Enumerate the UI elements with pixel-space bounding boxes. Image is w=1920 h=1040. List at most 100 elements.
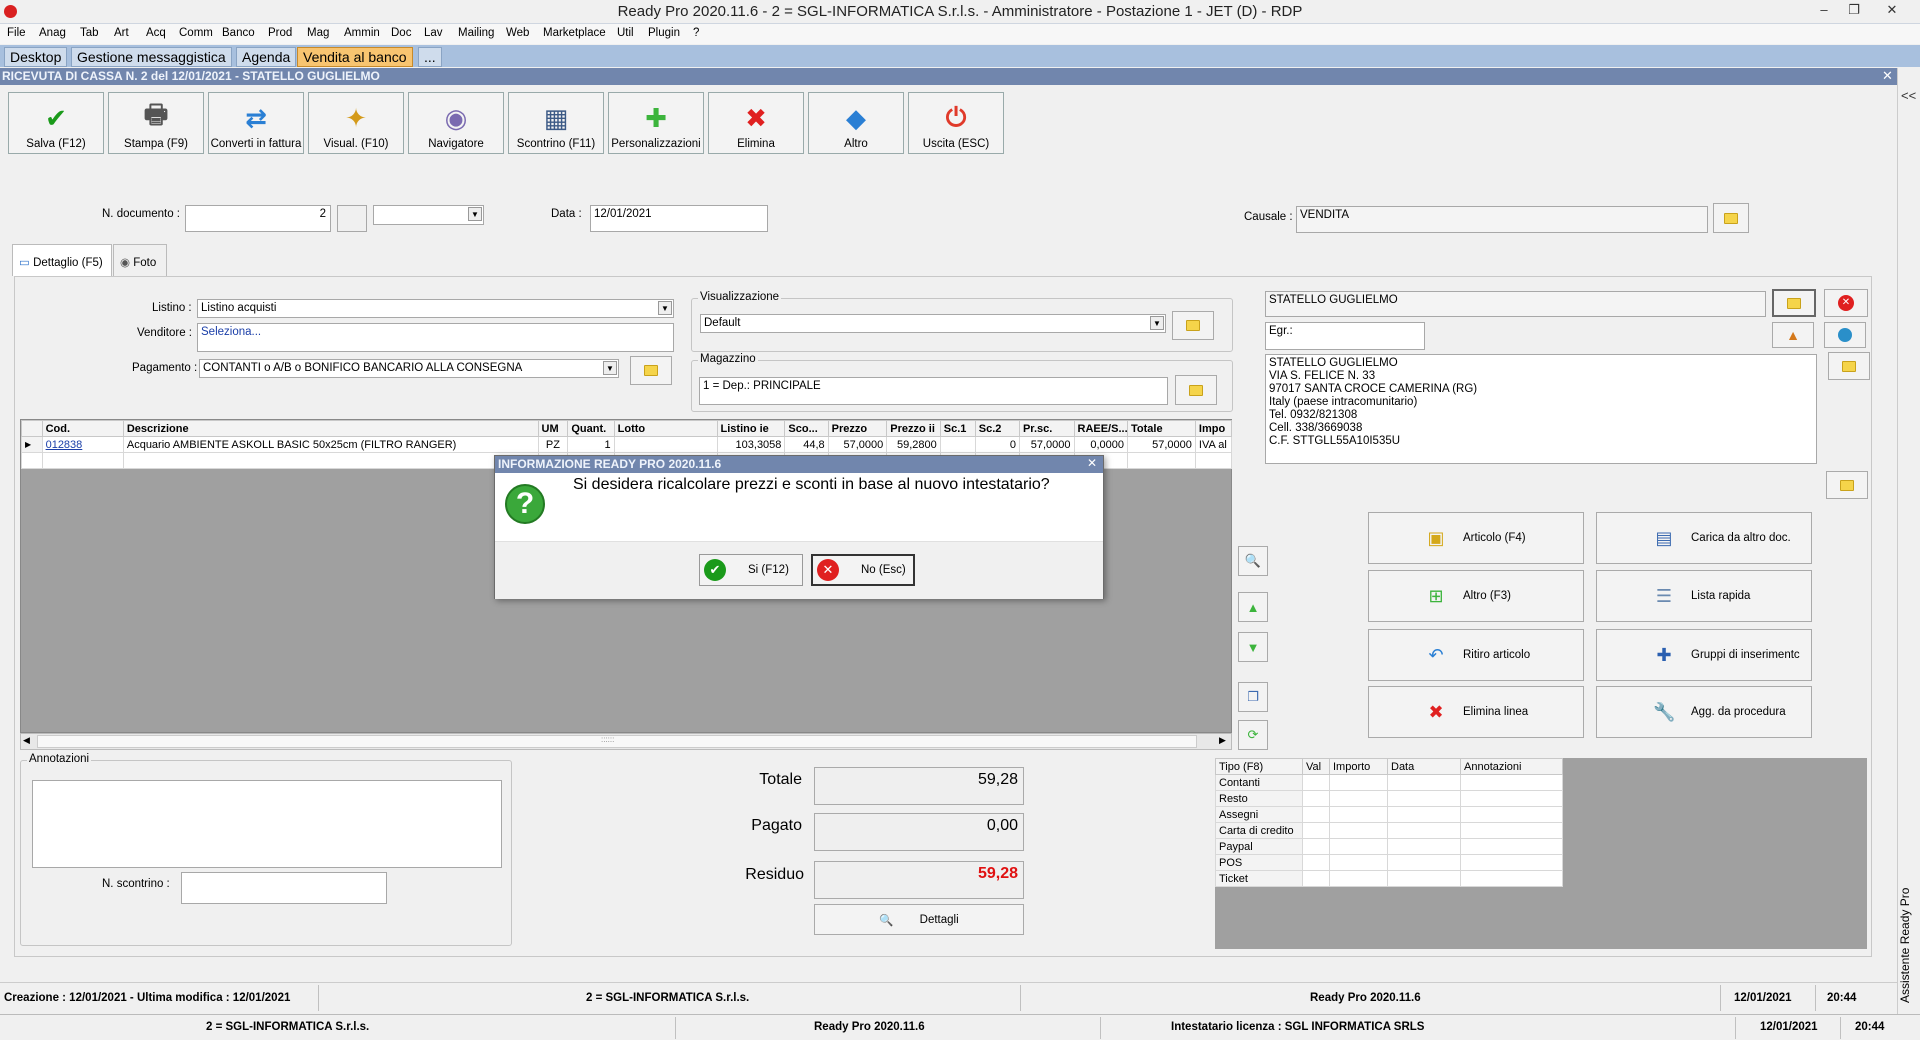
payment-column-header[interactable]: Annotazioni	[1460, 758, 1563, 775]
customer-lookup-button[interactable]	[1772, 289, 1816, 317]
payment-cell[interactable]	[1329, 870, 1388, 887]
payment-cell[interactable]	[1460, 838, 1563, 855]
menu-file[interactable]: File	[7, 27, 26, 39]
side-tool-button-1[interactable]: 🔍	[1238, 546, 1268, 576]
data-field[interactable]: 12/01/2021	[590, 205, 768, 232]
action-button-4[interactable]: ☰ Lista rapida	[1596, 570, 1812, 622]
toolbar-button-3[interactable]: ⇄ Converti in fattura	[208, 92, 304, 154]
menu-art[interactable]: Art	[114, 27, 129, 39]
grid-horizontal-scrollbar[interactable]: ◀ :::::: ▶	[20, 733, 1232, 750]
payment-row[interactable]: Paypal	[1215, 838, 1563, 855]
series-select[interactable]: ▼	[373, 205, 484, 225]
tab-dettaglio[interactable]: ▭ Dettaglio (F5)	[12, 244, 112, 276]
menu-marketplace[interactable]: Marketplace	[543, 27, 606, 39]
payment-cell[interactable]	[1329, 854, 1388, 871]
causale-lookup-button[interactable]	[1713, 203, 1749, 233]
document-suffix-field[interactable]	[337, 205, 367, 232]
menu-plugin[interactable]: Plugin	[648, 27, 680, 39]
no-button[interactable]: ✕ No (Esc)	[811, 554, 915, 586]
menu-tab[interactable]: Tab	[80, 27, 99, 39]
menu-mag[interactable]: Mag	[307, 27, 329, 39]
column-header[interactable]: Cod.	[41, 420, 124, 437]
tab-desktop[interactable]: Desktop	[4, 47, 68, 67]
menu-prod[interactable]: Prod	[268, 27, 292, 39]
column-header[interactable]: Descrizione	[122, 420, 539, 437]
side-tool-button-2[interactable]: ▲	[1238, 592, 1268, 622]
payment-row[interactable]: Carta di credito	[1215, 822, 1563, 839]
menu-comm[interactable]: Comm	[179, 27, 213, 39]
toolbar-button-6[interactable]: ▦ Scontrino (F11)	[508, 92, 604, 154]
tab-gestione-messaggistica[interactable]: Gestione messaggistica	[71, 47, 232, 67]
close-window-button[interactable]: ✕	[1880, 2, 1904, 20]
toolbar-button-8[interactable]: ✖ Elimina	[708, 92, 804, 154]
action-button-7[interactable]: ✖ Elimina linea	[1368, 686, 1584, 738]
menu-mailing[interactable]: Mailing	[458, 27, 494, 39]
tab-vendita-al-banco[interactable]: Vendita al banco	[297, 47, 413, 67]
magazzino-lookup-button[interactable]	[1175, 375, 1217, 405]
payment-column-header[interactable]: Data	[1387, 758, 1461, 775]
payment-cell[interactable]	[1302, 854, 1330, 871]
payment-cell[interactable]	[1387, 822, 1461, 839]
scroll-left-icon[interactable]: ◀	[23, 735, 30, 746]
action-button-3[interactable]: ⊞ Altro (F3)	[1368, 570, 1584, 622]
payment-cell[interactable]	[1329, 838, 1388, 855]
side-tool-button-4[interactable]: ❐	[1238, 682, 1268, 712]
payment-row[interactable]: POS	[1215, 854, 1563, 871]
dialog-close-button[interactable]: ✕	[1087, 456, 1097, 470]
action-button-1[interactable]: ▣ Articolo (F4)	[1368, 512, 1584, 564]
magazzino-field[interactable]: 1 = Dep.: PRINCIPALE	[699, 377, 1168, 405]
address-extra-button[interactable]	[1826, 471, 1868, 499]
address-lookup-button[interactable]	[1828, 352, 1870, 380]
tab-agenda[interactable]: Agenda	[236, 47, 297, 67]
menu-anag[interactable]: Anag	[39, 27, 66, 39]
payment-cell[interactable]	[1460, 806, 1563, 823]
column-header[interactable]: Impo	[1194, 420, 1233, 437]
menu-web[interactable]: Web	[506, 27, 529, 39]
payment-column-header[interactable]: Importo	[1329, 758, 1388, 775]
payment-cell[interactable]	[1302, 838, 1330, 855]
menu-lav[interactable]: Lav	[424, 27, 443, 39]
payment-cell[interactable]	[1302, 806, 1330, 823]
payment-row[interactable]: Contanti	[1215, 774, 1563, 791]
document-close-button[interactable]: ✕	[1882, 68, 1893, 84]
action-button-2[interactable]: ▤ Carica da altro doc.	[1596, 512, 1812, 564]
payment-cell[interactable]	[1460, 790, 1563, 807]
payment-cell[interactable]	[1387, 854, 1461, 871]
column-header[interactable]: Sc.2	[974, 420, 1020, 437]
toolbar-button-1[interactable]: ✔ Salva (F12)	[8, 92, 104, 154]
scroll-right-icon[interactable]: ▶	[1219, 735, 1226, 746]
toolbar-button-2[interactable]: 🖶 Stampa (F9)	[108, 92, 204, 154]
column-header[interactable]: Sco...	[784, 420, 829, 437]
payment-cell[interactable]	[1302, 790, 1330, 807]
column-header[interactable]: Quant.	[567, 420, 615, 437]
menu-banco[interactable]: Banco	[222, 27, 255, 39]
payment-cell[interactable]	[1302, 870, 1330, 887]
payment-cell[interactable]	[1329, 774, 1388, 791]
payment-cell[interactable]	[1302, 822, 1330, 839]
collapse-panel-button[interactable]: <<	[1901, 88, 1916, 103]
customer-map-button[interactable]: ▲	[1772, 322, 1814, 348]
payment-cell[interactable]	[1387, 806, 1461, 823]
payment-cell[interactable]	[1387, 838, 1461, 855]
side-tool-button-5[interactable]: ⟳	[1238, 720, 1268, 750]
action-button-8[interactable]: 🔧 Agg. da procedura	[1596, 686, 1812, 738]
column-header[interactable]: Pr.sc.	[1018, 420, 1075, 437]
column-header[interactable]: Prezzo	[827, 420, 888, 437]
column-header[interactable]: Listino ie	[716, 420, 786, 437]
visualizzazione-lookup-button[interactable]	[1172, 311, 1214, 340]
payment-cell[interactable]	[1329, 790, 1388, 807]
payment-cell[interactable]	[1329, 822, 1388, 839]
column-header[interactable]: Lotto	[613, 420, 718, 437]
action-button-6[interactable]: ✚ Gruppi di inserimentc	[1596, 629, 1812, 681]
visualizzazione-select[interactable]: Default ▼	[700, 314, 1166, 333]
annotazioni-textarea[interactable]	[32, 780, 502, 868]
payment-cell[interactable]	[1302, 774, 1330, 791]
payment-row[interactable]: Assegni	[1215, 806, 1563, 823]
payment-cell[interactable]	[1460, 870, 1563, 887]
payment-row[interactable]: Ticket	[1215, 870, 1563, 887]
payment-cell[interactable]	[1329, 806, 1388, 823]
payment-column-header[interactable]: Tipo (F8)	[1215, 758, 1303, 775]
payment-cell[interactable]	[1387, 774, 1461, 791]
listino-select[interactable]: Listino acquisti ▼	[197, 299, 674, 318]
menu-ammin[interactable]: Ammin	[344, 27, 380, 39]
